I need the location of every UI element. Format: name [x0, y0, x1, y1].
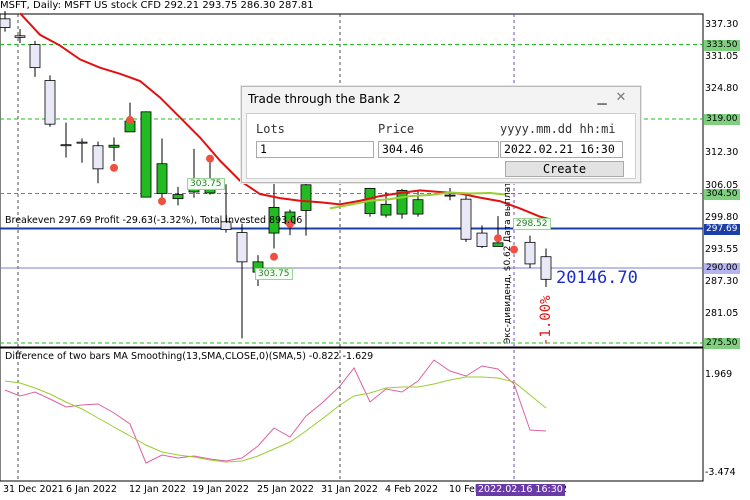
price-tick: 331.05	[705, 51, 739, 63]
date-tick: 19 Jan 2022	[192, 484, 249, 495]
signal-marker	[110, 163, 118, 172]
level-badge: 319.00	[704, 114, 740, 126]
indicator-pane	[0, 347, 704, 482]
signal-marker	[158, 197, 166, 206]
signal-marker	[206, 154, 214, 163]
price-tick: 299.80	[705, 211, 739, 223]
date-label: yyyy.mm.dd hh:mi	[500, 122, 616, 136]
signal-marker	[494, 234, 502, 243]
panel-title: Trade through the Bank 2	[248, 92, 401, 106]
trade-panel: Trade through the Bank 2 ▁ ✕ Lots Price …	[241, 86, 641, 183]
candle-body	[108, 144, 120, 148]
signal-marker	[270, 252, 278, 261]
date-tick: 25 Jan 2022	[257, 484, 314, 495]
price-tick: 337.30	[705, 19, 739, 30]
price-tick: 281.05	[705, 308, 739, 319]
candle-body	[92, 145, 104, 170]
percent-value: -1.00%	[538, 295, 554, 346]
candle-body	[476, 232, 488, 247]
signal-marker	[126, 116, 134, 125]
indicator-tick-top: 1.969	[705, 369, 733, 380]
candle-body	[172, 194, 184, 200]
level-badge: 290.00	[704, 263, 740, 275]
trade-label: 303.75	[187, 178, 225, 190]
lots-input[interactable]: 1	[256, 141, 374, 158]
panel-header[interactable]: Trade through the Bank 2 ▁ ✕	[242, 87, 640, 111]
trade-label: 298.52	[513, 218, 551, 230]
date-tick: 4 Feb 2022	[385, 484, 439, 495]
candle-body	[44, 80, 56, 125]
date-tick: 31 Jan 2022	[321, 484, 378, 495]
indicator-tick-bottom: -3.474	[705, 467, 736, 478]
candle-body	[524, 241, 536, 265]
panel-body: Lots Price yyyy.mm.dd hh:mi 1 304.46 202…	[246, 113, 636, 179]
indicator-title: Difference of two bars MA Smoothing(13,S…	[5, 351, 374, 362]
lots-label: Lots	[256, 122, 285, 136]
price-tick: 287.30	[705, 275, 739, 287]
date-tick: 12 Jan 2022	[129, 484, 186, 495]
price-tick: 324.80	[705, 83, 739, 95]
level-badge: 304.50	[704, 188, 740, 200]
dividend-note: Экс-дивиденд, $0.62 Дата выплаты	[503, 174, 513, 344]
breakeven-label: Breakeven 297.69 Profit -29.63(-3.32%), …	[5, 215, 303, 226]
candle-body	[444, 194, 456, 197]
candle-body	[0, 18, 11, 28]
create-button[interactable]: Create	[505, 161, 624, 177]
candle-body	[156, 163, 168, 194]
candle-body	[236, 232, 248, 263]
candle-body	[540, 256, 552, 280]
chart-window: MSFT, Daily: MSFT US stock CFD 292.21 29…	[0, 0, 750, 500]
trade-label: 303.75	[255, 268, 293, 280]
crosshair-date: 2022.02.16 16:30	[476, 484, 565, 496]
price-chart	[0, 11, 704, 482]
level-badge: 275.50	[704, 337, 740, 349]
level-badge: 297.69	[704, 223, 740, 235]
candle-body	[412, 199, 424, 215]
date-tick: 6 Jan 2022	[66, 484, 117, 495]
candle-body	[380, 203, 392, 216]
price-tick: 312.30	[705, 147, 739, 159]
balance-value: 20146.70	[556, 268, 638, 288]
price-input[interactable]: 304.46	[378, 141, 499, 158]
candle-body	[492, 242, 504, 247]
candle-body	[29, 44, 41, 69]
candle-body	[140, 111, 152, 198]
candle-body	[76, 141, 88, 144]
close-icon[interactable]: ✕	[614, 91, 628, 105]
candle-body	[14, 35, 26, 38]
date-input[interactable]: 2022.02.21 16:30	[500, 141, 623, 158]
candle-body	[60, 144, 72, 147]
date-tick: 31 Dec 2021	[3, 484, 64, 495]
price-tick: 293.55	[705, 243, 739, 255]
candle-body	[300, 184, 312, 211]
candle-body	[460, 198, 472, 240]
level-badge: 333.50	[704, 39, 740, 51]
minimize-icon[interactable]: ▁	[595, 91, 609, 105]
price-label: Price	[378, 122, 415, 136]
